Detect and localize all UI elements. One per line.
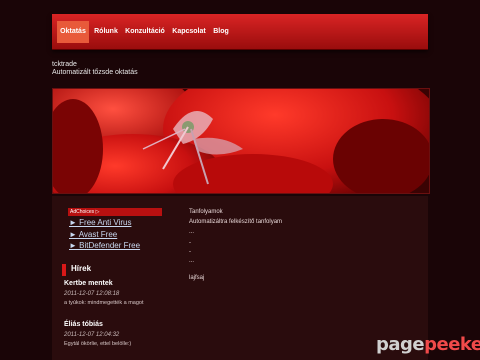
nav-item-konzultacio[interactable]: Konzultáció [124, 21, 166, 43]
adchoices-label[interactable]: AdChoices ▷ [68, 208, 162, 216]
main-text-line: - [189, 240, 191, 246]
ad-link-bitdefender-free[interactable]: ► BitDefender Free [69, 241, 140, 250]
nav-item-oktatas[interactable]: Oktatás [57, 21, 89, 43]
news-date: 2011-12-07 12:04:32 [64, 332, 120, 338]
news-heading-marker [62, 264, 66, 276]
news-text: Egytál ökörlie, ettel belölle:) [64, 341, 132, 347]
watermark-part1: page [376, 334, 425, 355]
watermark-part2: peeker [424, 334, 480, 355]
news-title[interactable]: Éliás tóbiás [64, 321, 103, 328]
news-date: 2011-12-07 12:08:18 [64, 291, 120, 297]
main-nav: Oktatás Rólunk Konzultáció Kapcsolat Blo… [52, 14, 428, 50]
nav-item-blog[interactable]: Blog [211, 21, 231, 43]
main-text-line: Automatizáltra felkészítő tanfolyam [189, 219, 283, 225]
pagepeeker-watermark: pagepeeker [376, 335, 480, 355]
main-text-line: - [189, 249, 191, 255]
news-text: a tyúkok: mindmegették a magot [64, 300, 144, 306]
nav-item-kapcsolat[interactable]: Kapcsolat [170, 21, 208, 43]
ad-link-avast-free[interactable]: ► Avast Free [69, 230, 117, 239]
nav-item-rolunk[interactable]: Rólunk [92, 21, 120, 43]
main-text-line: lajfsaj [189, 275, 205, 281]
news-heading: Hírek [71, 264, 92, 273]
main-text-line: ... [189, 229, 195, 235]
site-subtitle: Automatizált tőzsde oktatás [52, 69, 138, 76]
ad-link-free-anti-virus[interactable]: ► Free Anti Virus [69, 218, 131, 227]
news-title[interactable]: Kertbe mentek [64, 280, 113, 287]
main-text-line: ... [189, 258, 195, 264]
site-title[interactable]: tcktrade [52, 61, 77, 68]
main-text-line: Tanfolyamok [189, 209, 223, 215]
top-band [0, 0, 480, 14]
hero-flower-image [52, 88, 430, 194]
